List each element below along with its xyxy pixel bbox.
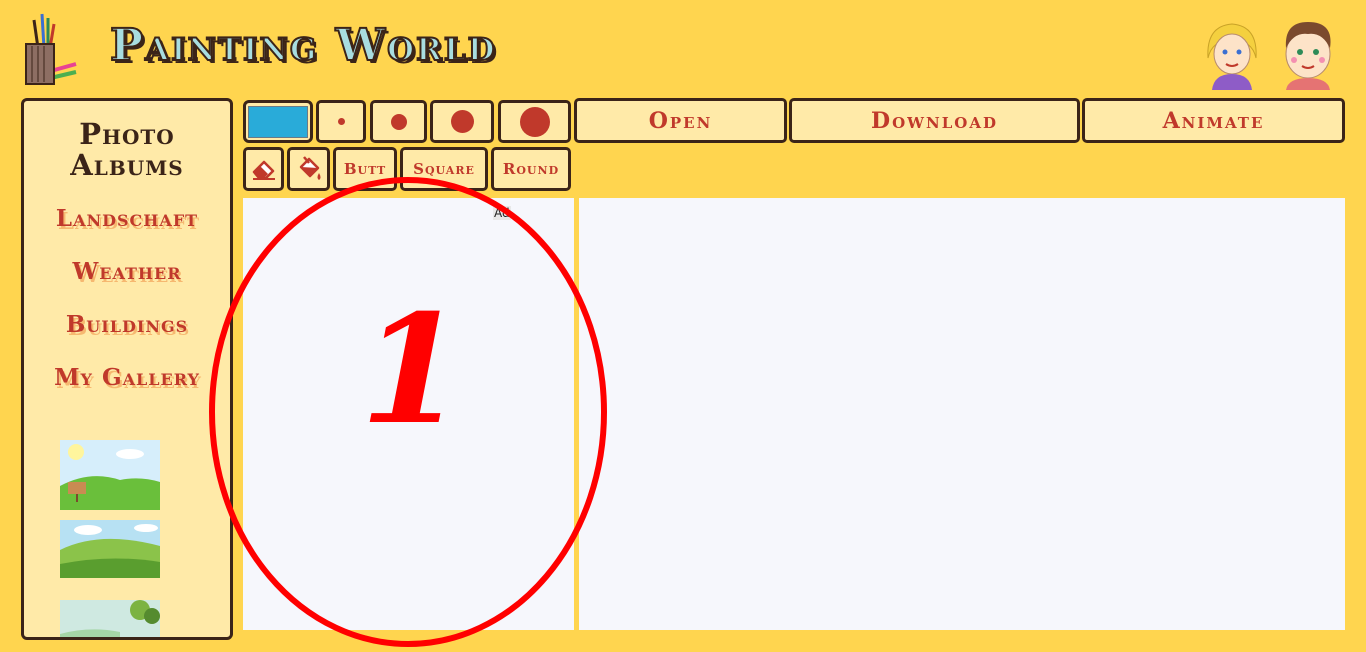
brush-dot-large-icon — [450, 110, 474, 133]
drawing-canvas[interactable] — [579, 198, 1345, 630]
animate-button[interactable]: Animate — [1082, 98, 1345, 143]
fill-bucket-button[interactable] — [287, 147, 330, 191]
brush-size-large-button[interactable] — [430, 100, 494, 143]
girl-avatar-icon[interactable] — [1202, 18, 1262, 90]
current-color-swatch — [248, 105, 308, 138]
open-button[interactable]: Open — [574, 98, 787, 143]
pencil-cup-logo-icon — [20, 8, 80, 88]
line-cap-butt-button[interactable]: Butt — [333, 147, 397, 191]
annotation-number: 1 — [360, 282, 465, 458]
album-link-landschaft[interactable]: Landschaft — [24, 205, 230, 232]
landscape-thumbnail-1[interactable] — [60, 440, 160, 510]
brush-dot-small-icon — [337, 118, 345, 125]
app-title: Painting World — [109, 20, 497, 71]
ad-label[interactable]: Ad — [493, 206, 511, 220]
brush-size-xlarge-button[interactable] — [498, 100, 571, 143]
photo-albums-sidebar: Photo Albums Landschaft Weather Building… — [21, 98, 233, 640]
color-picker-button[interactable] — [243, 100, 313, 143]
paint-bucket-icon — [299, 156, 320, 180]
download-button[interactable]: Download — [789, 98, 1080, 143]
eraser-icon — [252, 160, 275, 180]
album-link-buildings[interactable]: Buildings — [24, 311, 230, 338]
landscape-thumbnail-2[interactable] — [60, 520, 160, 578]
line-cap-square-button[interactable]: Square — [400, 147, 488, 191]
brush-size-small-button[interactable] — [316, 100, 366, 143]
brush-dot-medium-icon — [390, 113, 407, 130]
eraser-button[interactable] — [243, 147, 284, 191]
album-link-weather[interactable]: Weather — [24, 258, 230, 285]
brush-size-medium-button[interactable] — [370, 100, 427, 143]
sidebar-title: Photo Albums — [70, 117, 184, 182]
line-cap-round-button[interactable]: Round — [491, 147, 571, 191]
boy-avatar-icon[interactable] — [1278, 18, 1338, 90]
landscape-thumbnail-3[interactable] — [60, 600, 160, 637]
brush-dot-xlarge-icon — [519, 106, 550, 137]
album-link-my-gallery[interactable]: My Gallery — [24, 364, 230, 391]
